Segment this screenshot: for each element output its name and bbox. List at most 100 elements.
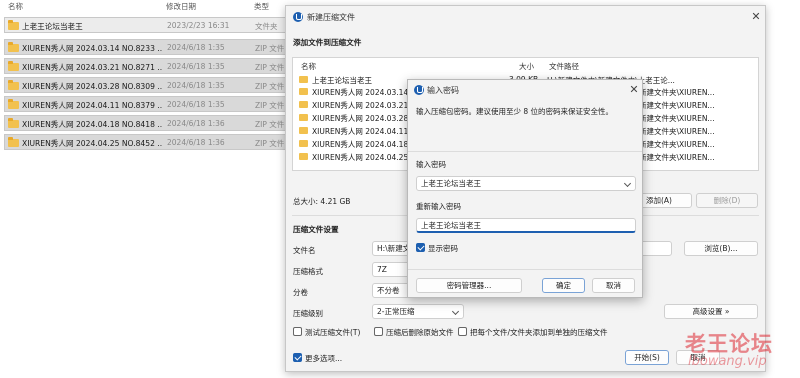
- ok-button[interactable]: 确定: [542, 278, 585, 293]
- item-date: 2024/6/18 1:36: [167, 119, 225, 128]
- list-item[interactable]: XIUREN秀人网 2024.03.28 NO.8309 ... 2024/6/…: [4, 77, 286, 93]
- folder-icon: [299, 76, 308, 83]
- close-icon[interactable]: ✕: [627, 83, 641, 97]
- add-files-heading: 添加文件到压缩文件: [293, 38, 362, 47]
- item-type: ZIP 文件: [255, 101, 285, 110]
- row-path: 新建文件夹\XIUREN...: [639, 140, 715, 149]
- row-path: 新建文件夹\XIUREN...: [639, 101, 715, 110]
- folder-icon: [299, 127, 308, 134]
- password-manager-button[interactable]: 密码管理器...: [416, 278, 522, 293]
- divider: [408, 269, 642, 270]
- list-item[interactable]: XIUREN秀人网 2024.04.25 NO.8452 ... 2024/6/…: [4, 134, 286, 150]
- test-archive-label: 测试压缩文件(T): [305, 328, 361, 337]
- column-header-type[interactable]: 类型: [254, 0, 269, 13]
- title-bar[interactable]: 新建压缩文件 ✕: [286, 6, 765, 28]
- folder-icon: [299, 153, 308, 160]
- show-password-label: 显示密码: [428, 244, 458, 253]
- row-name: XIUREN秀人网 2024.03.14 NO: [312, 88, 423, 97]
- row-name: XIUREN秀人网 2024.04.18 NO: [312, 140, 423, 149]
- start-button[interactable]: 开始(S): [625, 350, 669, 365]
- browse-button[interactable]: 浏览(B)...: [684, 241, 758, 256]
- item-type: ZIP 文件: [255, 63, 285, 72]
- folder-zip-icon: [8, 61, 19, 71]
- item-type: ZIP 文件: [255, 139, 285, 148]
- item-name: XIUREN秀人网 2024.04.11 NO.8379 ...: [22, 101, 162, 110]
- column-header-size[interactable]: 大小: [519, 61, 534, 72]
- column-header-modified[interactable]: 修改日期: [166, 0, 196, 13]
- row-name: XIUREN秀人网 2024.04.25 NO: [312, 153, 423, 162]
- folder-icon: [299, 101, 308, 108]
- column-header-name[interactable]: 名称: [301, 61, 316, 72]
- folder-icon: [299, 88, 308, 95]
- item-name: XIUREN秀人网 2024.03.21 NO.8271 ...: [22, 63, 162, 72]
- list-item[interactable]: XIUREN秀人网 2024.04.11 NO.8379 ... 2024/6/…: [4, 96, 286, 112]
- item-date: 2024/6/18 1:35: [167, 81, 225, 90]
- item-name: XIUREN秀人网 2024.04.18 NO.8418 ...: [22, 120, 162, 129]
- item-date: 2024/6/18 1:36: [167, 138, 225, 147]
- reenter-password-label: 重新输入密码: [416, 202, 461, 211]
- app-icon: [293, 12, 303, 22]
- folder-zip-icon: [8, 42, 19, 52]
- volume-label: 分卷: [293, 288, 308, 297]
- separate-archives-label: 把每个文件/文件夹添加到单独的压缩文件: [470, 328, 608, 337]
- folder-zip-icon: [8, 118, 19, 128]
- item-name: XIUREN秀人网 2024.03.14 NO.8233 ...: [22, 44, 162, 53]
- password-hint: 输入压缩包密码。建议使用至少 8 位的密码来保证安全性。: [416, 107, 614, 116]
- row-name: XIUREN秀人网 2024.03.21 NO: [312, 101, 423, 110]
- more-options-checkbox[interactable]: [293, 353, 302, 362]
- item-name: XIUREN秀人网 2024.04.25 NO.8452 ...: [22, 139, 162, 148]
- item-type: ZIP 文件: [255, 120, 285, 129]
- item-date: 2024/6/18 1:35: [167, 62, 225, 71]
- list-item[interactable]: XIUREN秀人网 2024.03.14 NO.8233 ... 2024/6/…: [4, 39, 286, 55]
- enter-password-label: 输入密码: [416, 160, 446, 169]
- folder-icon: [299, 140, 308, 147]
- show-password-checkbox[interactable]: [416, 243, 425, 252]
- cancel-button[interactable]: 取消: [592, 278, 635, 293]
- row-name: 上老王论坛当老王: [312, 76, 372, 85]
- close-icon[interactable]: ✕: [749, 10, 763, 24]
- row-path: 新建文件夹\XIUREN...: [639, 114, 715, 123]
- row-name: XIUREN秀人网 2024.04.11 NO: [312, 127, 423, 136]
- separate-archives-checkbox[interactable]: [458, 327, 467, 336]
- row-path: 新建文件夹\XIUREN...: [639, 153, 715, 162]
- row-path: 新建文件夹\XIUREN...: [639, 127, 715, 136]
- list-item[interactable]: XIUREN秀人网 2024.04.18 NO.8418 ... 2024/6/…: [4, 115, 286, 131]
- compression-level-select[interactable]: 2-正常压缩: [372, 304, 464, 319]
- row-name: XIUREN秀人网 2024.03.28 NO: [312, 114, 423, 123]
- column-header-path[interactable]: 文件路径: [549, 61, 579, 72]
- enter-password-field[interactable]: 上老王论坛当老王: [416, 176, 636, 191]
- advanced-settings-button[interactable]: 高级设置 »: [664, 304, 758, 319]
- item-date: 2024/6/18 1:35: [167, 43, 225, 52]
- item-date: 2023/2/23 16:31: [167, 21, 230, 30]
- item-date: 2024/6/18 1:35: [167, 100, 225, 109]
- folder-zip-icon: [8, 99, 19, 109]
- folder-zip-icon: [8, 137, 19, 147]
- title-bar[interactable]: 输入密码 ✕: [408, 80, 642, 102]
- list-item[interactable]: 上老王论坛当老王 2023/2/23 16:31 文件夹: [4, 17, 286, 33]
- password-dialog: 输入密码 ✕ 输入压缩包密码。建议使用至少 8 位的密码来保证安全性。 输入密码…: [407, 79, 643, 298]
- column-header-name[interactable]: 名称: [8, 0, 23, 13]
- level-label: 压缩级别: [293, 309, 323, 318]
- list-item[interactable]: XIUREN秀人网 2024.03.21 NO.8271 ... 2024/6/…: [4, 58, 286, 74]
- file-explorer-list: 名称 修改日期 类型 上老王论坛当老王 2023/2/23 16:31 文件夹 …: [0, 0, 290, 378]
- reenter-password-field[interactable]: 上老王论坛当老王: [416, 218, 636, 233]
- app-icon: [414, 85, 424, 95]
- folder-icon: [299, 114, 308, 121]
- delete-button[interactable]: 删除(D): [696, 193, 758, 208]
- format-label: 压缩格式: [293, 267, 323, 276]
- item-type: 文件夹: [255, 22, 278, 31]
- item-type: ZIP 文件: [255, 44, 285, 53]
- archive-settings-heading: 压缩文件设置: [293, 225, 339, 234]
- dialog-title: 新建压缩文件: [307, 13, 355, 22]
- row-path: 新建文件夹\XIUREN...: [639, 88, 715, 97]
- folder-icon: [8, 20, 19, 30]
- item-type: ZIP 文件: [255, 82, 285, 91]
- more-options-label[interactable]: 更多选项...: [305, 353, 342, 364]
- watermark-url: lbowang.vip: [688, 354, 767, 369]
- delete-source-checkbox[interactable]: [374, 327, 383, 336]
- total-size: 总大小: 4.21 GB: [293, 197, 351, 206]
- divider: [408, 151, 642, 152]
- item-name: 上老王论坛当老王: [22, 22, 83, 31]
- test-archive-checkbox[interactable]: [293, 327, 302, 336]
- item-name: XIUREN秀人网 2024.03.28 NO.8309 ...: [22, 82, 162, 91]
